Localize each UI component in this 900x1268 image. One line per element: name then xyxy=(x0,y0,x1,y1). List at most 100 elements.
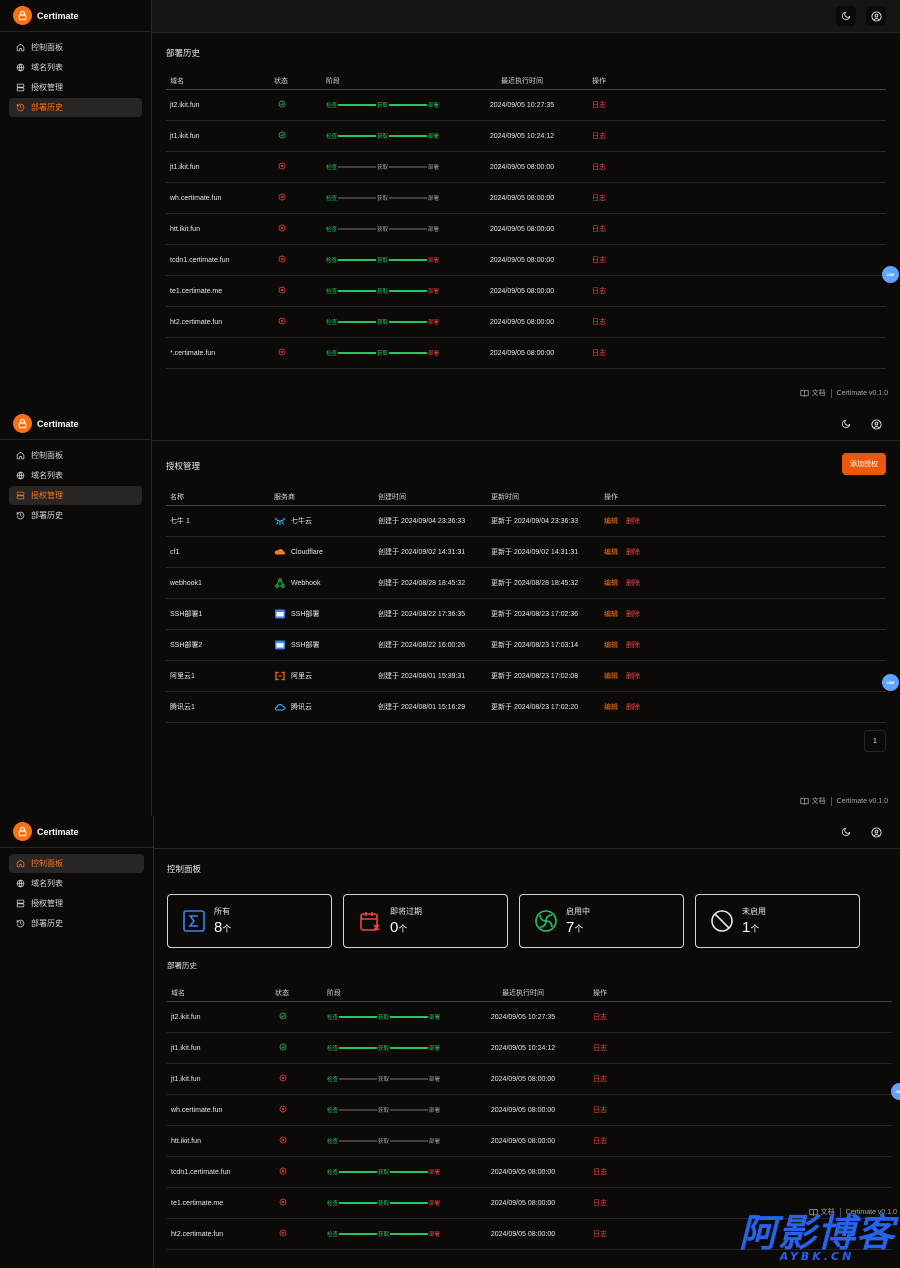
log-link[interactable]: 日志 xyxy=(593,1169,607,1176)
theme-toggle-button[interactable] xyxy=(836,6,856,26)
sidebar-item-3[interactable]: 部署历史 xyxy=(9,506,142,525)
updated-cell: 更新于 2024/08/28 18:45:32 xyxy=(491,580,579,587)
time-cell: 2024/09/05 08:00:00 xyxy=(489,256,555,264)
sidebar-item-0[interactable]: 控制面板 xyxy=(9,446,142,465)
floating-badge[interactable]: 28M xyxy=(891,1083,900,1100)
log-link[interactable]: 日志 xyxy=(592,288,606,295)
footer: 文档 Certimate v0.1.0 xyxy=(800,796,888,806)
log-link[interactable]: 日志 xyxy=(592,133,606,140)
edit-link[interactable]: 编辑 xyxy=(604,580,618,587)
lock-icon xyxy=(13,6,32,25)
sidebar-item-1[interactable]: 域名列表 xyxy=(9,58,142,77)
edit-link[interactable]: 编辑 xyxy=(604,642,618,649)
sidebar-item-1[interactable]: 域名列表 xyxy=(9,466,142,485)
stage-label: 部署 xyxy=(429,1170,441,1176)
stage-label: 获取 xyxy=(378,1108,390,1114)
pagination-page-1[interactable]: 1 xyxy=(864,730,886,752)
delete-link[interactable]: 删除 xyxy=(626,549,640,556)
stat-card[interactable]: 未启用 1个 xyxy=(695,894,860,948)
sidebar-item-0[interactable]: 控制面板 xyxy=(9,854,144,873)
access-table: 名称 服务商 创建时间 更新时间 操作 七牛 1 七牛云 创建于 2024/09… xyxy=(166,489,886,723)
docs-link[interactable]: 文档 xyxy=(812,388,826,398)
delete-link[interactable]: 删除 xyxy=(626,518,640,525)
stat-label: 所有 xyxy=(214,907,230,916)
sidebar-item-label: 授权管理 xyxy=(31,491,63,500)
log-link[interactable]: 日志 xyxy=(593,1231,607,1238)
sidebar-item-2[interactable]: 授权管理 xyxy=(9,78,142,97)
stat-card[interactable]: 启用中 7个 xyxy=(519,894,684,948)
theme-toggle-button[interactable] xyxy=(836,414,856,434)
topbar xyxy=(152,0,900,33)
stat-card[interactable]: 所有 8个 xyxy=(167,894,332,948)
col-provider: 服务商 xyxy=(274,494,295,501)
delete-link[interactable]: 删除 xyxy=(626,673,640,680)
screen-dashboard: Certimate 控制面板 域名列表 授权管理 部署历史 控制面板 所有 8个… xyxy=(0,816,900,1268)
provider-cell: SSH部署 xyxy=(291,642,320,649)
col-stage: 阶段 xyxy=(326,78,340,85)
add-access-button[interactable]: 添加授权 xyxy=(842,453,886,475)
sidebar-item-1[interactable]: 域名列表 xyxy=(9,874,144,893)
stage-connector xyxy=(339,1140,378,1142)
log-link[interactable]: 日志 xyxy=(593,1138,607,1145)
table-row: jt1.ikit.fun 检查 获取 部署 2024/09/05 08:00:00 … xyxy=(167,1064,892,1095)
user-menu-button[interactable] xyxy=(866,6,886,26)
stat-card[interactable]: 即将过期 0个 xyxy=(343,894,508,948)
floating-badge[interactable]: 28M xyxy=(882,674,899,691)
stat-unit: 个 xyxy=(222,924,232,934)
time-cell: 2024/09/05 08:00:00 xyxy=(489,287,555,295)
delete-link[interactable]: 删除 xyxy=(626,611,640,618)
log-link[interactable]: 日志 xyxy=(593,1014,607,1021)
stat-cards: 所有 8个 即将过期 0个 启用中 7个 未启用 1个 xyxy=(167,894,892,948)
sidebar-item-0[interactable]: 控制面板 xyxy=(9,38,142,57)
log-link[interactable]: 日志 xyxy=(592,226,606,233)
delete-link[interactable]: 删除 xyxy=(626,642,640,649)
stage-label: 获取 xyxy=(377,134,389,140)
user-menu-button[interactable] xyxy=(866,414,886,434)
stage-progress: 检查 获取 部署 xyxy=(326,132,468,140)
updated-cell: 更新于 2024/09/04 23:36:33 xyxy=(491,518,579,525)
brand-name: Certimate xyxy=(37,826,79,837)
x-circle-icon xyxy=(279,1074,287,1082)
provider-cell: 七牛云 xyxy=(291,518,312,525)
col-stage: 阶段 xyxy=(327,990,341,997)
docs-link[interactable]: 文档 xyxy=(812,796,826,806)
stage-label: 检查 xyxy=(327,1201,339,1207)
sidebar-item-2[interactable]: 授权管理 xyxy=(9,894,144,913)
log-link[interactable]: 日志 xyxy=(593,1200,607,1207)
stage-label: 部署 xyxy=(428,134,440,140)
log-link[interactable]: 日志 xyxy=(593,1045,607,1052)
floating-badge[interactable]: 28M xyxy=(882,266,899,283)
stage-label: 检查 xyxy=(326,103,338,109)
user-menu-button[interactable] xyxy=(866,822,886,842)
edit-link[interactable]: 编辑 xyxy=(604,673,618,680)
brand[interactable]: Certimate xyxy=(0,816,153,848)
log-link[interactable]: 日志 xyxy=(592,102,606,109)
stage-label: 获取 xyxy=(377,258,389,264)
delete-link[interactable]: 删除 xyxy=(626,704,640,711)
sidebar-item-2[interactable]: 授权管理 xyxy=(9,486,142,505)
edit-link[interactable]: 编辑 xyxy=(604,704,618,711)
user-icon xyxy=(870,826,882,838)
log-link[interactable]: 日志 xyxy=(592,195,606,202)
log-link[interactable]: 日志 xyxy=(592,350,606,357)
log-link[interactable]: 日志 xyxy=(593,1107,607,1114)
log-link[interactable]: 日志 xyxy=(593,1076,607,1083)
stage-progress: 检查 获取 部署 xyxy=(327,1075,469,1083)
footer: 文档 Certimate v0.1.0 xyxy=(800,388,888,398)
domain-cell: te1.certimate.me xyxy=(171,1199,224,1207)
table-row: te1.certimate.me 检查 获取 部署 2024/09/05 08:00… xyxy=(166,276,886,307)
log-link[interactable]: 日志 xyxy=(592,257,606,264)
edit-link[interactable]: 编辑 xyxy=(604,518,618,525)
edit-link[interactable]: 编辑 xyxy=(604,549,618,556)
stage-connector xyxy=(389,259,428,261)
brand[interactable]: Certimate xyxy=(0,0,151,32)
log-link[interactable]: 日志 xyxy=(592,319,606,326)
delete-link[interactable]: 删除 xyxy=(626,580,640,587)
table-row: htt.ikit.fun 检查 获取 部署 2024/09/05 08:00:00 … xyxy=(167,1126,892,1157)
sidebar-item-3[interactable]: 部署历史 xyxy=(9,914,144,933)
edit-link[interactable]: 编辑 xyxy=(604,611,618,618)
theme-toggle-button[interactable] xyxy=(836,822,856,842)
sidebar-item-3[interactable]: 部署历史 xyxy=(9,98,142,117)
brand[interactable]: Certimate xyxy=(0,408,151,440)
log-link[interactable]: 日志 xyxy=(592,164,606,171)
